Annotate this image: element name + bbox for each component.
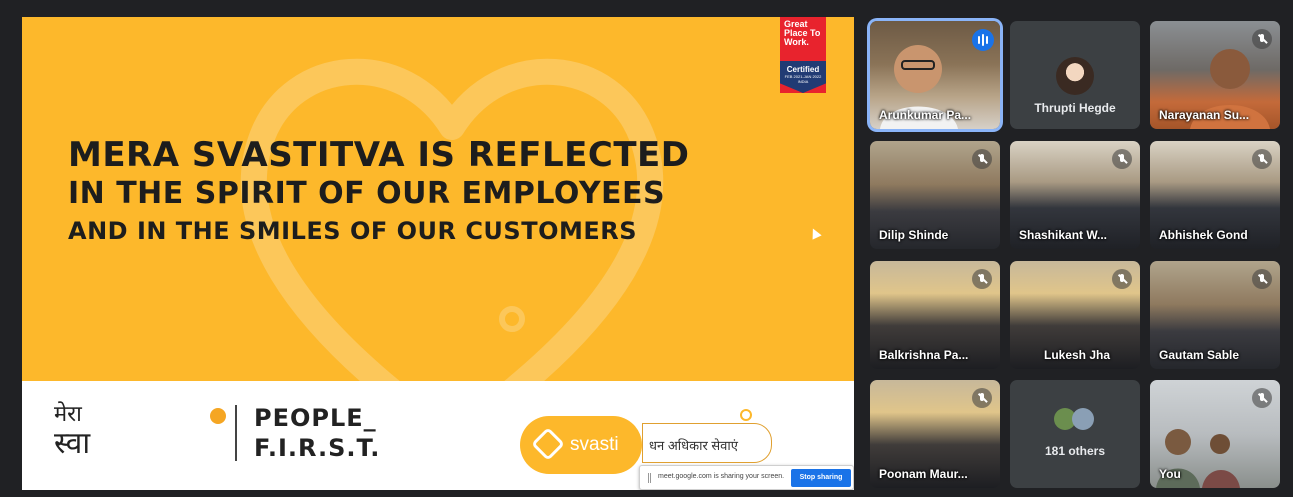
people-first-logo: PEOPLE_ F.I.R.S.T. <box>254 403 380 463</box>
muted-mic-icon <box>972 388 992 408</box>
svasti-wordmark: svasti <box>570 434 619 455</box>
svasti-mark-icon <box>210 408 226 424</box>
participant-name: Lukesh Jha <box>1044 348 1111 362</box>
mera-svastitva-logo: मेरा स्वा <box>54 403 90 461</box>
participant-name: Narayanan Su... <box>1159 108 1250 122</box>
participant-name: Poonam Maur... <box>879 467 968 481</box>
headline-line-1: MERA SVASTITVA IS REFLECTED <box>68 135 690 175</box>
others-tile[interactable]: 181 others <box>1010 380 1140 488</box>
speaking-indicator-icon <box>972 29 994 51</box>
participant-tile[interactable]: Abhishek Gond <box>1150 141 1280 249</box>
participant-name: You <box>1159 467 1181 481</box>
first-text: F.I.R.S.T. <box>254 434 381 462</box>
headline-line-3: AND IN THE SMILES OF OUR CUSTOMERS <box>68 217 638 245</box>
headline-line-2: IN THE SPIRIT OF OUR EMPLOYEES <box>68 176 666 211</box>
svasti-logo: svasti <box>520 416 642 474</box>
muted-mic-icon <box>972 269 992 289</box>
participant-tile[interactable]: Gautam Sable <box>1150 261 1280 369</box>
meet-window: Great Place To Work. Certified FEB 2021-… <box>0 0 1293 497</box>
drag-handle-icon[interactable] <box>648 473 651 483</box>
participant-name: Abhishek Gond <box>1159 228 1248 242</box>
participant-tile[interactable]: Dilip Shinde <box>870 141 1000 249</box>
badge-certified: Certified FEB 2021-JAN 2022 INDIA <box>780 61 826 93</box>
badge-certified-label: Certified <box>786 65 820 74</box>
svastitva-text-a: स्व <box>54 426 91 461</box>
participant-tile[interactable]: Shashikant W... <box>1010 141 1140 249</box>
muted-mic-icon <box>1252 269 1272 289</box>
mera-text: मेरा <box>54 402 82 427</box>
badge-title: Great Place To Work. <box>784 19 821 47</box>
slide-footer: मेरा स्वा PEOPLE_ F.I.R.S.T. svasti धन अ… <box>22 381 854 490</box>
share-message: meet.google.com is sharing your screen. <box>658 473 785 480</box>
muted-mic-icon <box>1112 269 1132 289</box>
participant-tile[interactable]: Lukesh Jha <box>1010 261 1140 369</box>
participant-tile[interactable]: Balkrishna Pa... <box>870 261 1000 369</box>
muted-mic-icon <box>1252 388 1272 408</box>
svastitva-text: स्वा <box>54 427 90 461</box>
muted-mic-icon <box>1252 29 1272 49</box>
participant-tile[interactable]: Thrupti Hegde <box>1010 21 1140 129</box>
presented-slide: Great Place To Work. Certified FEB 2021-… <box>22 17 854 490</box>
badge-period: FEB 2021-JAN 2022 INDIA <box>784 74 822 84</box>
others-avatar-2 <box>1072 408 1094 430</box>
great-place-to-work-badge: Great Place To Work. Certified FEB 2021-… <box>780 17 826 93</box>
participant-tile[interactable]: Arunkumar Pa... <box>870 21 1000 129</box>
people-text: PEOPLE_ <box>254 404 377 432</box>
slide-banner: Great Place To Work. Certified FEB 2021-… <box>22 17 854 381</box>
muted-mic-icon <box>972 149 992 169</box>
participant-name: Balkrishna Pa... <box>879 348 969 362</box>
participant-name: Gautam Sable <box>1159 348 1240 362</box>
tagline-dot <box>740 409 752 421</box>
participant-name: Shashikant W... <box>1019 228 1108 242</box>
participant-name: Arunkumar Pa... <box>879 108 972 122</box>
participant-tile[interactable]: Narayanan Su... <box>1150 21 1280 129</box>
slide-headline: MERA SVASTITVA IS REFLECTED IN THE SPIRI… <box>68 135 689 249</box>
logo-divider <box>235 405 237 461</box>
stop-sharing-button[interactable]: Stop sharing <box>791 469 851 487</box>
svasti-logo-icon <box>531 427 565 461</box>
svasti-tagline: धन अधिकार सेवाएं <box>642 423 772 463</box>
self-tile[interactable]: You <box>1150 380 1280 488</box>
participant-avatar <box>1056 57 1094 95</box>
others-count: 181 others <box>1044 444 1106 458</box>
participant-name: Dilip Shinde <box>879 228 949 242</box>
participant-tile[interactable]: Poonam Maur... <box>870 380 1000 488</box>
muted-mic-icon <box>1252 149 1272 169</box>
participant-name: Thrupti Hegde <box>1034 101 1116 115</box>
screen-share-notification: meet.google.com is sharing your screen. … <box>639 465 854 490</box>
muted-mic-icon <box>1112 149 1132 169</box>
